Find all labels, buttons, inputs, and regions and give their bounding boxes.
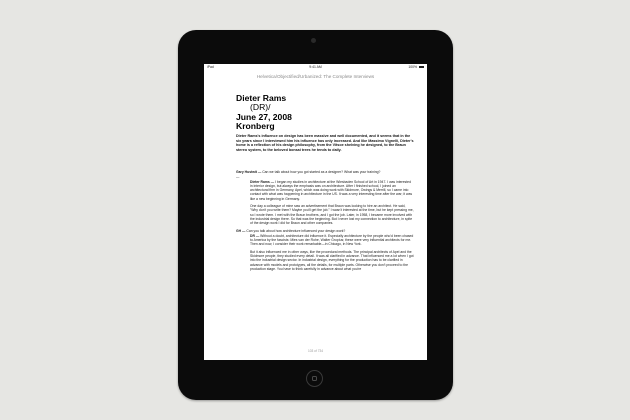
interview-heading: Dieter Rams (DR)/ June 27, 2008 Kronberg <box>236 93 416 132</box>
page-indicator: 103 of 734 <box>307 349 324 353</box>
answer-1-text: I began my studies in architecture at th… <box>250 179 413 201</box>
question-1: Gary Hustwit — Can we talk about how you… <box>236 170 414 174</box>
answer-2-para-1: DR — Without a doubt, architecture did i… <box>250 234 414 247</box>
ebook-screen[interactable]: iPad 9:41 AM 100% Helvetica/Objectified/… <box>204 64 427 360</box>
answer-1: Dieter Rams — I began my studies in arch… <box>236 180 414 226</box>
front-camera <box>311 38 316 43</box>
clock: 9:41 AM <box>309 65 322 69</box>
interview-place: Kronberg <box>236 121 275 132</box>
question-1-text: Can we talk about how you got started as… <box>261 170 381 174</box>
answer-2-para-2: But it also influenced me in other ways,… <box>250 249 414 271</box>
question-1-speaker: Gary Hustwit — <box>236 170 262 174</box>
status-bar: iPad 9:41 AM 100% <box>204 64 427 70</box>
answer-1-para-2: One day a colleague of mine saw an adver… <box>250 204 414 226</box>
answer-2-text: Without a doubt, architecture did influe… <box>250 233 414 247</box>
book-title[interactable]: Helvetica/Objectified/Urbanized: The Com… <box>204 74 427 79</box>
answer-2: DR — Without a doubt, architecture did i… <box>236 234 414 271</box>
question-2-text: Can you talk about how architecture infl… <box>245 228 346 233</box>
home-button[interactable] <box>306 370 323 387</box>
interview-intro: Dieter Rams's influence on design has be… <box>236 134 414 152</box>
interview-body: Gary Hustwit — Can we talk about how you… <box>236 170 414 274</box>
battery-icon <box>419 65 424 69</box>
question-2-speaker: GH — <box>236 228 246 233</box>
answer-1-para-1: Dieter Rams — I began my studies in arch… <box>250 180 414 201</box>
question-2: GH — Can you talk about how architecture… <box>236 229 414 233</box>
battery-percent: 100% <box>408 65 417 69</box>
ipad-device: iPad 9:41 AM 100% Helvetica/Objectified/… <box>178 30 453 400</box>
